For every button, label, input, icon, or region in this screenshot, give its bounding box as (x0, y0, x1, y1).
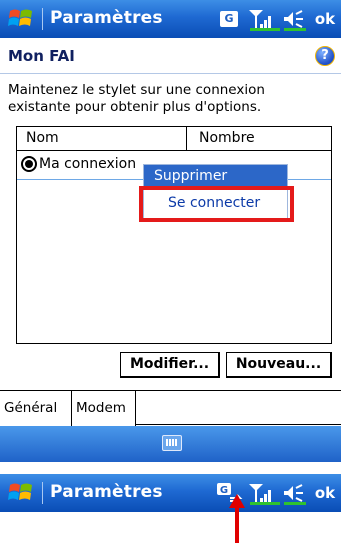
instruction-text: Maintenez le stylet sur une connexion ex… (8, 82, 265, 115)
ok-button[interactable]: ok (311, 5, 339, 33)
title-separator (42, 8, 43, 30)
keyboard-icon[interactable] (162, 435, 182, 451)
signal-icon[interactable] (248, 482, 282, 506)
start-menu-icon[interactable] (8, 481, 36, 505)
column-header-nombre[interactable]: Nombre (187, 127, 333, 151)
window-title: Paramètres (50, 8, 163, 28)
tab-modem[interactable]: Modem (72, 391, 136, 427)
tab-general[interactable]: Général (0, 391, 72, 427)
list-header: Nom Nombre (17, 127, 331, 151)
g-icon[interactable]: G (220, 11, 238, 27)
connection-list[interactable]: Nom Nombre Ma connexion (16, 126, 332, 344)
tab-strip: Général Modem (0, 390, 341, 427)
page-heading: Mon FAI ? (0, 38, 341, 74)
start-menu-icon[interactable] (8, 7, 36, 31)
new-button[interactable]: Nouveau... (226, 352, 332, 378)
signal-icon[interactable] (248, 8, 282, 32)
modify-button[interactable]: Modifier... (120, 352, 220, 378)
title-bar-2: Paramètres G ok (0, 474, 341, 512)
highlight-box (139, 186, 294, 222)
svg-text:G: G (220, 485, 228, 496)
speaker-icon[interactable] (282, 10, 308, 32)
ok-button[interactable]: ok (311, 479, 339, 507)
arrow-shaft (235, 505, 239, 543)
radio-selected-icon[interactable] (21, 156, 37, 172)
title-separator (42, 482, 43, 504)
page-title: Mon FAI (8, 47, 75, 65)
title-bar: Paramètres G ok (0, 0, 341, 38)
tab-filler (136, 391, 341, 425)
help-icon[interactable]: ? (315, 46, 335, 66)
connection-name: Ma connexion (39, 156, 137, 172)
window-title: Paramètres (50, 482, 163, 502)
command-bar (0, 426, 341, 462)
speaker-icon[interactable] (282, 484, 308, 506)
column-header-nom[interactable]: Nom (17, 127, 187, 151)
